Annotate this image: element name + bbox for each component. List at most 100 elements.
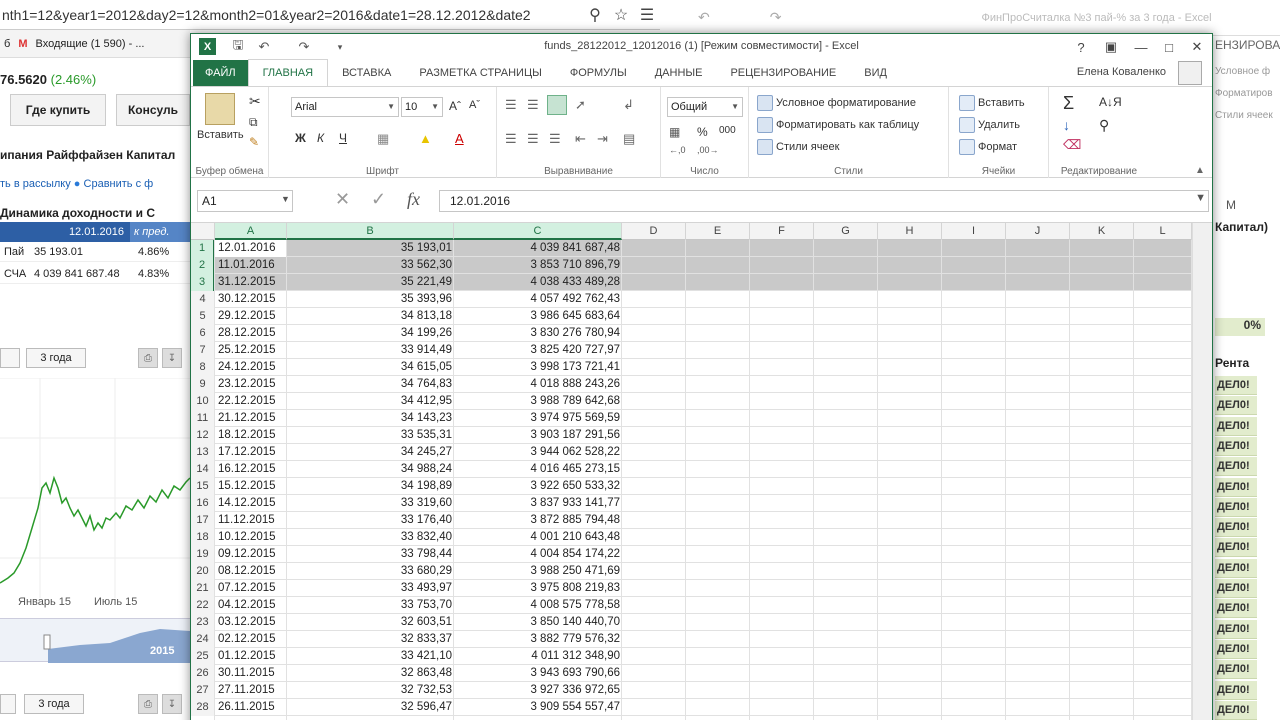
cell-c[interactable]: 3 975 808 219,83	[454, 580, 622, 597]
row-header[interactable]: 1	[191, 240, 215, 257]
ribbon-display-icon[interactable]: ▣	[1097, 36, 1125, 58]
column-header-j[interactable]: J	[1006, 223, 1070, 240]
cell-b[interactable]: 33 832,40	[287, 529, 454, 546]
cell-b[interactable]: 32 603,51	[287, 614, 454, 631]
function-icon[interactable]: fx	[407, 189, 420, 210]
font-name-select[interactable]: Arial ▼	[291, 97, 399, 117]
row-header[interactable]: 15	[191, 478, 215, 495]
cell-b[interactable]: 35 393,96	[287, 291, 454, 308]
cell-a[interactable]: 25.12.2015	[215, 342, 287, 359]
font-size-select[interactable]: 10 ▼	[401, 97, 443, 117]
wrap-text-icon[interactable]: ↲	[623, 97, 634, 113]
compare-link[interactable]: Сравнить с ф	[84, 178, 154, 190]
cell-c[interactable]: 3 837 933 141,77	[454, 495, 622, 512]
column-header-d[interactable]: D	[622, 223, 686, 240]
cell-c[interactable]: 4 016 465 273,15	[454, 461, 622, 478]
cell-c[interactable]: 3 882 779 576,32	[454, 631, 622, 648]
cell-a[interactable]: 12.01.2016	[215, 240, 287, 257]
column-header-e[interactable]: E	[686, 223, 750, 240]
row-header[interactable]: 23	[191, 614, 215, 631]
align-middle-icon[interactable]: ☰	[527, 97, 539, 113]
row-header[interactable]: 7	[191, 342, 215, 359]
fill-icon[interactable]: ↓	[1063, 117, 1070, 133]
cell-a[interactable]: 30.11.2015	[215, 665, 287, 682]
cell-b[interactable]: 33 176,40	[287, 512, 454, 529]
consult-button[interactable]: Консуль	[116, 94, 190, 126]
where-to-buy-button[interactable]: Где купить	[10, 94, 106, 126]
fill-color-icon[interactable]: ▲	[419, 131, 432, 146]
tab-view[interactable]: ВИД	[850, 60, 901, 86]
align-right-icon[interactable]: ☰	[549, 131, 561, 147]
chevron-down-icon[interactable]: ▼	[281, 194, 290, 204]
row-header[interactable]: 9	[191, 376, 215, 393]
cell-a[interactable]: 15.12.2015	[215, 478, 287, 495]
cell-c[interactable]: 4 004 854 174,22	[454, 546, 622, 563]
download-icon[interactable]: ↧	[162, 348, 182, 368]
cell-c[interactable]: 3 872 885 794,48	[454, 512, 622, 529]
cell-a[interactable]: 08.12.2015	[215, 563, 287, 580]
subscribe-link[interactable]: ть в рассылку	[0, 178, 71, 190]
vertical-scrollbar[interactable]	[1192, 223, 1212, 720]
font-color-icon[interactable]: A	[455, 131, 464, 146]
cell-c[interactable]: 4 001 210 643,48	[454, 529, 622, 546]
cell-b[interactable]: 33 753,70	[287, 597, 454, 614]
search-icon[interactable]: ⚲	[582, 2, 608, 28]
cell-c[interactable]: 3 988 789 642,68	[454, 393, 622, 410]
cell-a[interactable]: 11.12.2015	[215, 512, 287, 529]
cell-c[interactable]: 3 974 975 569,59	[454, 410, 622, 427]
cancel-icon[interactable]: ✕	[335, 189, 350, 210]
column-header-h[interactable]: H	[878, 223, 942, 240]
cell-a[interactable]: 22.12.2015	[215, 393, 287, 410]
period-button-partial-bottom[interactable]	[0, 694, 16, 714]
cell-c[interactable]: 4 038 433 489,28	[454, 274, 622, 291]
cell-b[interactable]: 33 798,44	[287, 546, 454, 563]
cell-a[interactable]: 30.12.2015	[215, 291, 287, 308]
cell-c[interactable]: 3 988 250 471,69	[454, 563, 622, 580]
decrease-decimal-icon[interactable]: ,00→	[697, 145, 719, 155]
period-button-partial[interactable]	[0, 348, 20, 368]
row-header[interactable]: 21	[191, 580, 215, 597]
italic-icon[interactable]: К	[317, 131, 324, 145]
name-box[interactable]: A1	[197, 190, 293, 212]
cell-c[interactable]: 3 825 420 727,97	[454, 342, 622, 359]
tab-data[interactable]: ДАННЫЕ	[641, 60, 717, 86]
tab-page-layout[interactable]: РАЗМЕТКА СТРАНИЦЫ	[405, 60, 555, 86]
cell-b[interactable]: 32 863,48	[287, 665, 454, 682]
row-header[interactable]: 16	[191, 495, 215, 512]
row-header[interactable]: 26	[191, 665, 215, 682]
cell-a[interactable]: 04.12.2015	[215, 597, 287, 614]
cell-a[interactable]: 31.12.2015	[215, 274, 287, 291]
currency-icon[interactable]: ▦	[669, 125, 680, 139]
column-header-f[interactable]: F	[750, 223, 814, 240]
format-painter-icon[interactable]: ✎	[249, 135, 259, 149]
cell-c[interactable]: 3 943 693 790,66	[454, 665, 622, 682]
row-header[interactable]: 13	[191, 444, 215, 461]
cell-b[interactable]: 35 193,01	[287, 240, 454, 257]
star-icon[interactable]: ☆	[608, 2, 634, 28]
cell-b[interactable]: 34 764,83	[287, 376, 454, 393]
align-left-icon[interactable]: ☰	[505, 131, 517, 147]
download-icon[interactable]: ↧	[162, 694, 182, 714]
chart-navigator[interactable]: 2015	[0, 618, 190, 663]
cell-c[interactable]: 3 830 276 780,94	[454, 325, 622, 342]
cell-b[interactable]: 33 562,30	[287, 257, 454, 274]
tab-home[interactable]: ГЛАВНАЯ	[247, 59, 329, 86]
merge-cells-icon[interactable]: ▤	[623, 131, 635, 147]
row-header[interactable]: 12	[191, 427, 215, 444]
cell-a[interactable]: 03.12.2015	[215, 614, 287, 631]
sort-filter-icon[interactable]: A↓Я	[1099, 95, 1122, 109]
cell-b[interactable]: 33 493,97	[287, 580, 454, 597]
clear-icon[interactable]: ⌫	[1063, 137, 1081, 153]
cell-c[interactable]: 3 850 140 440,70	[454, 614, 622, 631]
row-header[interactable]: 28	[191, 699, 215, 716]
align-center-icon[interactable]: ☰	[527, 131, 539, 147]
period-3y-button-bottom[interactable]: 3 года	[24, 694, 84, 714]
cell-c[interactable]: 3 853 710 896,79	[454, 257, 622, 274]
cell-c[interactable]: 4 057 492 762,43	[454, 291, 622, 308]
column-header-a[interactable]: A	[215, 223, 287, 240]
cell-b[interactable]: 34 198,89	[287, 478, 454, 495]
number-format-select[interactable]: Общий ▼	[667, 97, 743, 117]
row-header[interactable]: 25	[191, 648, 215, 665]
help-icon[interactable]: ?	[1067, 36, 1095, 58]
cell-b[interactable]: 34 813,18	[287, 308, 454, 325]
